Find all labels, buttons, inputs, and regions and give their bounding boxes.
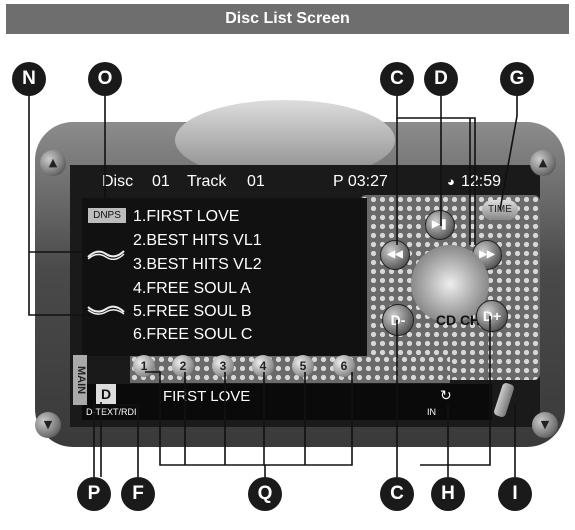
callout-c-bottom: C [380,477,414,511]
callout-d: D [424,62,458,96]
callout-n: N [12,62,46,96]
callout-q: Q [248,477,282,511]
callout-p: P [77,477,111,511]
callout-o: O [88,62,122,96]
callout-g: G [500,62,534,96]
callout-leader-lines [28,92,518,477]
callout-f: F [121,477,155,511]
callout-c-top: C [380,62,414,96]
callout-h: H [431,477,465,511]
callout-i: I [498,477,532,511]
